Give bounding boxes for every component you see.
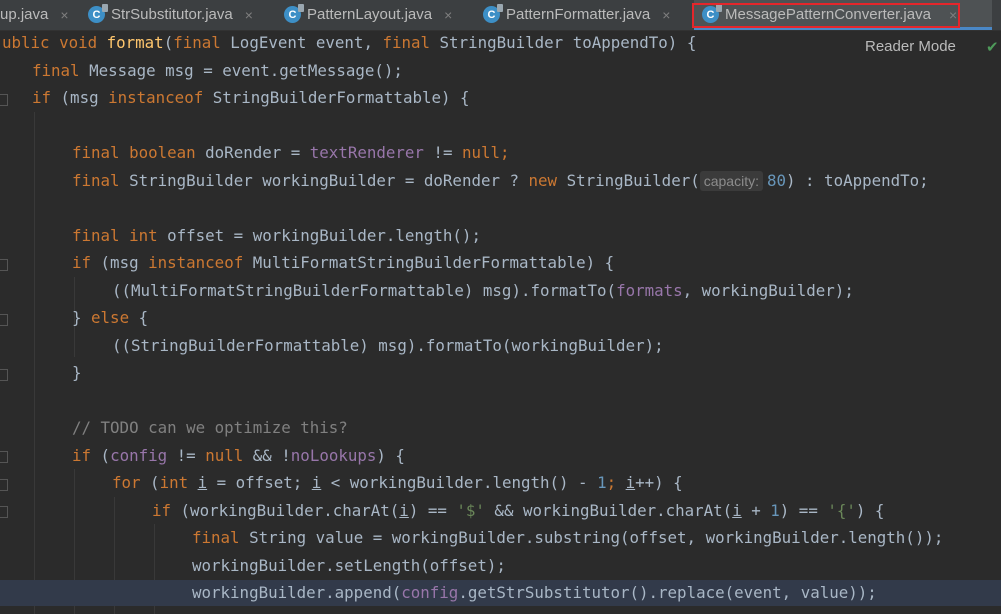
close-icon[interactable]: × — [245, 7, 253, 23]
close-icon[interactable]: × — [662, 7, 670, 23]
code-line-16: if (config != null && !noLookups) { — [72, 446, 405, 465]
tab-strsubstitutor[interactable]: C StrSubstitutor.java × — [88, 0, 253, 29]
fold-marker-icon[interactable] — [0, 451, 8, 463]
fold-marker-icon[interactable] — [0, 479, 8, 491]
java-class-icon: C — [88, 4, 108, 23]
code-line-2: final Message msg = event.getMessage(); — [32, 61, 403, 80]
indent-guide — [34, 112, 35, 614]
code-line-1: ublic void format(final LogEvent event, … — [2, 33, 697, 52]
java-class-icon: C — [483, 4, 503, 23]
fold-marker-icon[interactable] — [0, 259, 8, 271]
code-line-18: if (workingBuilder.charAt(i) == '$' && w… — [152, 501, 885, 520]
editor-tab-bar: up.java × C StrSubstitutor.java × C Patt… — [0, 0, 1001, 31]
code-line-10: ((MultiFormatStringBuilderFormattable) m… — [112, 281, 854, 300]
tab-up-java[interactable]: up.java × — [0, 0, 69, 29]
java-class-icon: C — [284, 4, 304, 23]
tab-patternformatter[interactable]: C PatternFormatter.java × — [483, 0, 670, 29]
tab-patternlayout[interactable]: C PatternLayout.java × — [284, 0, 452, 29]
fold-marker-icon[interactable] — [0, 369, 8, 381]
code-line-3: if (msg instanceof StringBuilderFormatta… — [32, 88, 470, 107]
code-editor[interactable]: ublic void format(final LogEvent event, … — [0, 30, 1001, 614]
code-line-6: final StringBuilder workingBuilder = doR… — [72, 171, 929, 191]
code-line-12: ((StringBuilderFormattable) msg).formatT… — [112, 336, 664, 355]
close-icon[interactable]: × — [60, 7, 68, 23]
inspection-ok-icon[interactable]: ✔ — [986, 38, 999, 56]
tab-label: PatternLayout.java — [307, 6, 433, 23]
code-line-11: } else { — [72, 308, 149, 327]
fold-marker-icon[interactable] — [0, 314, 8, 326]
code-line-8: final int offset = workingBuilder.length… — [72, 226, 481, 245]
code-line-5: final boolean doRender = textRenderer !=… — [72, 143, 510, 162]
code-line-21-current: workingBuilder.append(config.getStrSubst… — [0, 580, 1001, 606]
code-line-19: final String value = workingBuilder.subs… — [192, 528, 944, 547]
inlay-hint-capacity: capacity: — [699, 171, 763, 191]
code-line-20: workingBuilder.setLength(offset); — [192, 556, 506, 575]
code-line-13: } — [72, 363, 82, 382]
fold-marker-icon[interactable] — [0, 506, 8, 518]
tab-label: StrSubstitutor.java — [111, 6, 233, 23]
tab-label: up.java — [0, 6, 49, 23]
fold-marker-icon[interactable] — [0, 94, 8, 106]
tab-label: PatternFormatter.java — [506, 6, 651, 23]
close-icon[interactable]: × — [444, 7, 452, 23]
reader-mode-button[interactable]: Reader Mode — [865, 38, 956, 55]
code-line-9: if (msg instanceof MultiFormatStringBuil… — [72, 253, 615, 272]
code-line-15: // TODO can we optimize this? — [72, 418, 348, 437]
annotation-highlight-box — [692, 3, 960, 28]
code-line-17: for (int i = offset; i < workingBuilder.… — [112, 473, 683, 492]
